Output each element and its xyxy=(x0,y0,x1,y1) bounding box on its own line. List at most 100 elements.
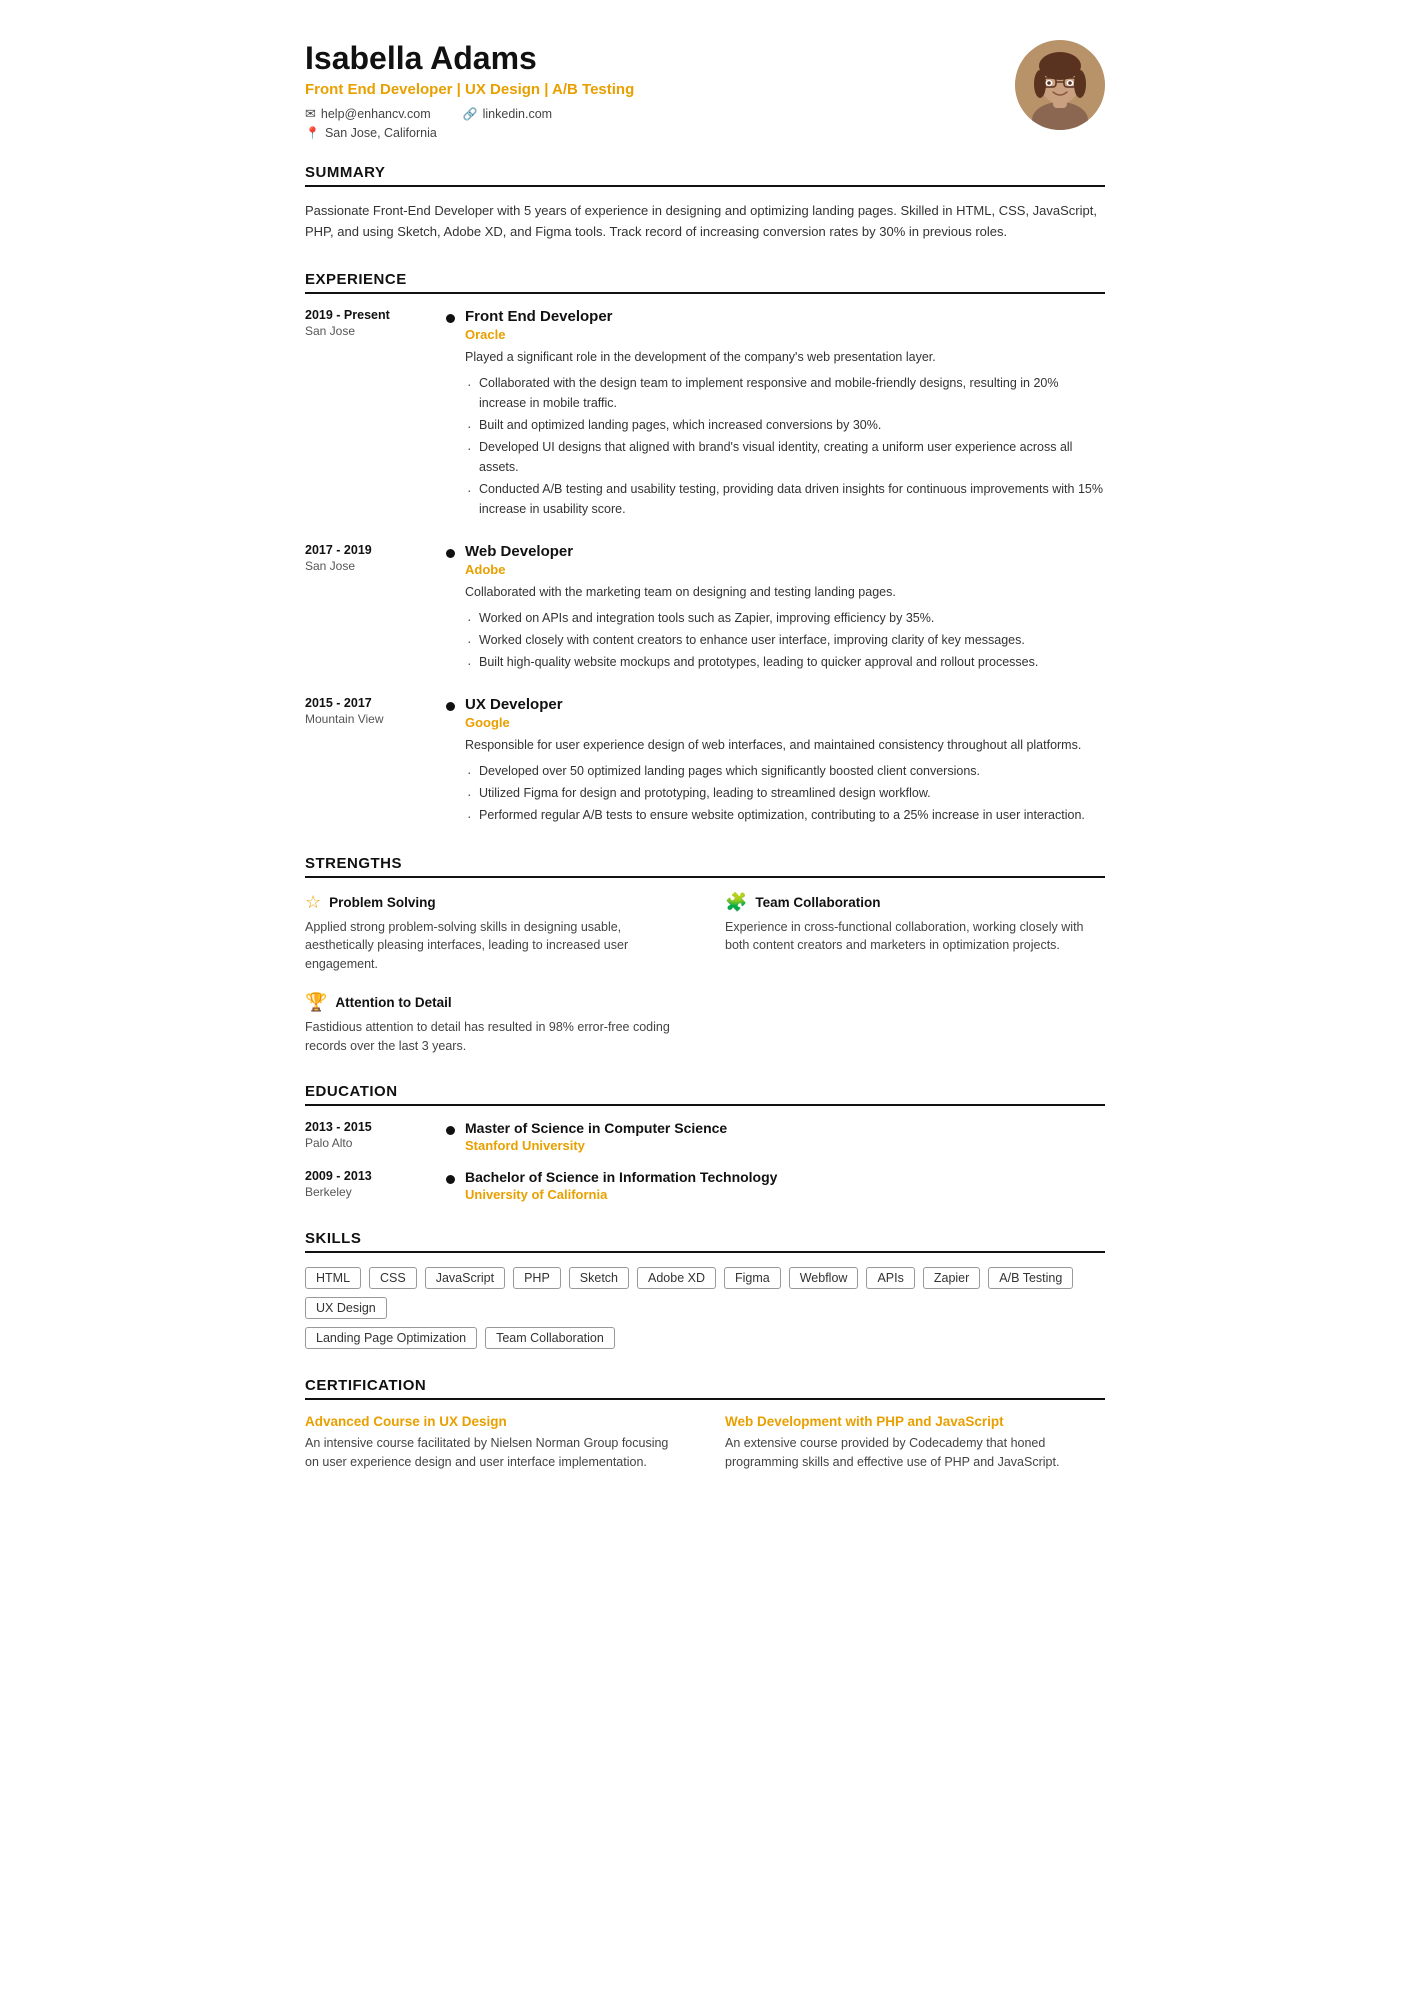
summary-text: Passionate Front-End Developer with 5 ye… xyxy=(305,201,1105,243)
email-value: help@enhancv.com xyxy=(321,107,431,121)
exp-date-2: 2015 - 2017 xyxy=(305,696,435,710)
certification-section: CERTIFICATION Advanced Course in UX Desi… xyxy=(305,1377,1105,1472)
exp-bullet-1-2: Built high-quality website mockups and p… xyxy=(465,652,1105,672)
strength-item-0: ☆ Problem Solving Applied strong problem… xyxy=(305,892,685,974)
edu-content-0: Master of Science in Computer Science St… xyxy=(465,1120,1105,1153)
strength-header-2: 🏆 Attention to Detail xyxy=(305,992,685,1013)
exp-job-title-0: Front End Developer xyxy=(465,308,1105,325)
strength-header-1: 🧩 Team Collaboration xyxy=(725,892,1105,913)
exp-location-1: San Jose xyxy=(305,559,435,573)
strength-desc-2: Fastidious attention to detail has resul… xyxy=(305,1018,685,1056)
exp-bullets-1: Worked on APIs and integration tools suc… xyxy=(465,608,1105,672)
edu-date-1: 2009 - 2013 xyxy=(305,1169,435,1183)
experience-section: EXPERIENCE 2019 - Present San Jose Front… xyxy=(305,271,1105,827)
exp-content-2: UX Developer Google Responsible for user… xyxy=(465,696,1105,827)
exp-date-0: 2019 - Present xyxy=(305,308,435,322)
header-left: Isabella Adams Front End Developer | UX … xyxy=(305,40,1015,140)
email-info: ✉ help@enhancv.com xyxy=(305,106,431,122)
skills-row-1: HTMLCSSJavaScriptPHPSketchAdobe XDFigmaW… xyxy=(305,1267,1105,1319)
avatar xyxy=(1015,40,1105,130)
exp-date-col-1: 2017 - 2019 San Jose xyxy=(305,543,435,674)
strength-header-0: ☆ Problem Solving xyxy=(305,892,685,913)
exp-bullet-0-0: Collaborated with the design team to imp… xyxy=(465,373,1105,413)
exp-date-1: 2017 - 2019 xyxy=(305,543,435,557)
strength-title-0: Problem Solving xyxy=(329,895,436,910)
exp-bullet-2-2: Performed regular A/B tests to ensure we… xyxy=(465,805,1105,825)
location-value: San Jose, California xyxy=(325,126,437,140)
exp-bullets-2: Developed over 50 optimized landing page… xyxy=(465,761,1105,825)
edu-degree-0: Master of Science in Computer Science xyxy=(465,1120,1105,1136)
strength-desc-0: Applied strong problem-solving skills in… xyxy=(305,918,685,974)
trophy-icon: 🏆 xyxy=(305,992,327,1013)
cert-grid: Advanced Course in UX Design An intensiv… xyxy=(305,1414,1105,1472)
exp-date-col-2: 2015 - 2017 Mountain View xyxy=(305,696,435,827)
strength-title-1: Team Collaboration xyxy=(755,895,880,910)
skills-row-2: Landing Page OptimizationTeam Collaborat… xyxy=(305,1327,1105,1349)
exp-bullet-1-1: Worked closely with content creators to … xyxy=(465,630,1105,650)
exp-dot-col-1 xyxy=(435,543,465,674)
edu-school-0: Stanford University xyxy=(465,1138,1105,1153)
summary-section: SUMMARY Passionate Front-End Developer w… xyxy=(305,164,1105,243)
edu-date-col-1: 2009 - 2013 Berkeley xyxy=(305,1169,435,1202)
edu-school-1: University of California xyxy=(465,1187,1105,1202)
edu-dot-col-0 xyxy=(435,1120,465,1153)
skill-tag-r1-10: A/B Testing xyxy=(988,1267,1073,1289)
exp-dot-0 xyxy=(446,314,455,323)
location-icon: 📍 xyxy=(305,126,320,140)
linkedin-info: 🔗 linkedin.com xyxy=(463,106,552,122)
skill-tag-r1-3: PHP xyxy=(513,1267,561,1289)
skill-tag-r1-8: APIs xyxy=(866,1267,914,1289)
exp-bullet-1-0: Worked on APIs and integration tools suc… xyxy=(465,608,1105,628)
exp-bullet-2-1: Utilized Figma for design and prototypin… xyxy=(465,783,1105,803)
strengths-section: STRENGTHS ☆ Problem Solving Applied stro… xyxy=(305,855,1105,1056)
exp-row-1: 2017 - 2019 San Jose Web Developer Adobe… xyxy=(305,543,1105,674)
exp-desc-0: Played a significant role in the develop… xyxy=(465,347,1105,367)
exp-location-0: San Jose xyxy=(305,324,435,338)
strength-item-2: 🏆 Attention to Detail Fastidious attenti… xyxy=(305,992,685,1056)
skill-tag-r1-1: CSS xyxy=(369,1267,417,1289)
exp-dot-1 xyxy=(446,549,455,558)
experience-title: EXPERIENCE xyxy=(305,271,1105,294)
exp-dot-col-2 xyxy=(435,696,465,827)
skill-tag-r1-4: Sketch xyxy=(569,1267,629,1289)
cert-title-1: Web Development with PHP and JavaScript xyxy=(725,1414,1105,1429)
edu-dot-0 xyxy=(446,1126,455,1135)
exp-location-2: Mountain View xyxy=(305,712,435,726)
certification-title: CERTIFICATION xyxy=(305,1377,1105,1400)
email-icon: ✉ xyxy=(305,106,316,122)
edu-dot-1 xyxy=(446,1175,455,1184)
exp-bullets-0: Collaborated with the design team to imp… xyxy=(465,373,1105,519)
exp-bullet-0-1: Built and optimized landing pages, which… xyxy=(465,415,1105,435)
edu-date-col-0: 2013 - 2015 Palo Alto xyxy=(305,1120,435,1153)
exp-bullet-2-0: Developed over 50 optimized landing page… xyxy=(465,761,1105,781)
edu-row-0: 2013 - 2015 Palo Alto Master of Science … xyxy=(305,1120,1105,1153)
exp-dot-col-0 xyxy=(435,308,465,521)
strengths-grid: ☆ Problem Solving Applied strong problem… xyxy=(305,892,1105,1056)
edu-date-0: 2013 - 2015 xyxy=(305,1120,435,1134)
edu-location-0: Palo Alto xyxy=(305,1136,435,1150)
exp-date-col-0: 2019 - Present San Jose xyxy=(305,308,435,521)
skill-tag-r1-7: Webflow xyxy=(789,1267,859,1289)
edu-degree-1: Bachelor of Science in Information Techn… xyxy=(465,1169,1105,1185)
location-info: 📍 San Jose, California xyxy=(305,126,1015,140)
skills-title: SKILLS xyxy=(305,1230,1105,1253)
skill-tag-r1-0: HTML xyxy=(305,1267,361,1289)
exp-desc-2: Responsible for user experience design o… xyxy=(465,735,1105,755)
exp-company-2: Google xyxy=(465,715,1105,730)
exp-job-title-2: UX Developer xyxy=(465,696,1105,713)
exp-dot-2 xyxy=(446,702,455,711)
exp-bullet-0-3: Conducted A/B testing and usability test… xyxy=(465,479,1105,519)
cert-desc-0: An intensive course facilitated by Niels… xyxy=(305,1434,685,1472)
exp-job-title-1: Web Developer xyxy=(465,543,1105,560)
exp-row-0: 2019 - Present San Jose Front End Develo… xyxy=(305,308,1105,521)
skill-tag-r1-11: UX Design xyxy=(305,1297,387,1319)
strength-desc-1: Experience in cross-functional collabora… xyxy=(725,918,1105,956)
strength-item-1: 🧩 Team Collaboration Experience in cross… xyxy=(725,892,1105,974)
exp-content-1: Web Developer Adobe Collaborated with th… xyxy=(465,543,1105,674)
strengths-title: STRENGTHS xyxy=(305,855,1105,878)
skill-tag-r1-6: Figma xyxy=(724,1267,781,1289)
education-section: EDUCATION 2013 - 2015 Palo Alto Master o… xyxy=(305,1083,1105,1202)
cert-item-0: Advanced Course in UX Design An intensiv… xyxy=(305,1414,685,1472)
exp-company-1: Adobe xyxy=(465,562,1105,577)
edu-row-1: 2009 - 2013 Berkeley Bachelor of Science… xyxy=(305,1169,1105,1202)
